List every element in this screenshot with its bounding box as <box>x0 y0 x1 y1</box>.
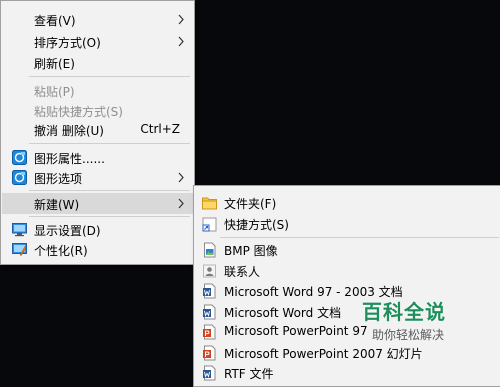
submenu-item-folder[interactable]: 文件夹(F) <box>194 193 500 213</box>
menu-item-label: 图形属性...... <box>34 152 105 166</box>
menu-item-label: 粘贴快捷方式(S) <box>34 105 123 119</box>
menu-item-label: 撤消 删除(U) <box>34 124 104 138</box>
watermark-subtitle: 助你轻松解决 <box>372 328 445 342</box>
submenu-item-bmp-image[interactable]: BMP 图像 <box>194 240 500 260</box>
menu-item-graphics-options[interactable]: 图形选项 <box>1 167 194 188</box>
menu-separator <box>220 237 499 238</box>
submenu-item-powerpoint-2007[interactable]: Microsoft PowerPoint 2007 幻灯片 <box>194 343 500 363</box>
word-doc-icon <box>203 283 216 299</box>
menu-item-label: 刷新(E) <box>34 57 75 71</box>
menu-item-paste: 粘贴(P) <box>1 80 194 101</box>
menu-item-new[interactable]: 新建(W) <box>2 193 193 214</box>
menu-item-personalize[interactable]: 个性化(R) <box>1 239 194 260</box>
menu-item-refresh[interactable]: 刷新(E) <box>1 52 194 73</box>
bitmap-image-icon <box>204 242 216 258</box>
menu-separator <box>29 143 190 144</box>
menu-item-label: 图形选项 <box>34 172 83 186</box>
intel-graphics-icon <box>12 150 27 165</box>
submenu-item-contact[interactable]: 联系人 <box>194 261 500 281</box>
chevron-right-icon <box>178 172 184 183</box>
word-doc-icon <box>203 304 216 320</box>
submenu-item-shortcut[interactable]: 快捷方式(S) <box>194 214 500 234</box>
menu-item-display-settings[interactable]: 显示设置(D) <box>1 219 194 240</box>
menu-item-undo-delete[interactable]: 撤消 删除(U) Ctrl+Z <box>1 119 194 140</box>
menu-item-label: 粘贴(P) <box>34 85 75 99</box>
submenu-item-label: BMP 图像 <box>224 244 278 258</box>
display-monitor-icon <box>12 223 27 237</box>
desktop-context-menu: 查看(V) 排序方式(O) 刷新(E) 粘贴(P) 粘贴快捷方式(S) 撤消 删… <box>0 0 195 265</box>
powerpoint-icon <box>203 324 216 340</box>
watermark-title: 百科全说 <box>362 300 446 324</box>
menu-item-label: 新建(W) <box>34 198 80 212</box>
menu-item-label: 显示设置(D) <box>34 224 101 238</box>
folder-icon <box>202 197 217 210</box>
new-submenu: 文件夹(F) 快捷方式(S) BMP 图像 联系人 Microsoft Word… <box>193 185 500 387</box>
menu-separator <box>29 76 190 77</box>
submenu-item-label: Microsoft Word 文档 <box>224 306 342 320</box>
shortcut-icon <box>202 217 217 232</box>
submenu-item-label: 文件夹(F) <box>224 197 277 211</box>
chevron-right-icon <box>178 36 184 47</box>
menu-separator <box>29 190 190 191</box>
menu-separator <box>29 216 190 217</box>
submenu-item-label: 联系人 <box>224 265 261 279</box>
watermark-logo: 百科全说 助你轻松解决 <box>362 296 472 346</box>
menu-item-shortcut: Ctrl+Z <box>140 122 180 136</box>
contact-icon <box>203 264 216 278</box>
menu-item-graphics-properties[interactable]: 图形属性...... <box>1 147 194 168</box>
menu-item-label: 排序方式(O) <box>34 36 101 50</box>
menu-item-label: 查看(V) <box>34 14 76 28</box>
menu-item-paste-shortcut: 粘贴快捷方式(S) <box>1 100 194 121</box>
menu-item-view[interactable]: 查看(V) <box>1 9 194 30</box>
submenu-item-rtf[interactable]: RTF 文件 <box>194 363 500 383</box>
submenu-item-label: Microsoft PowerPoint 97 <box>224 324 368 338</box>
submenu-item-label: 快捷方式(S) <box>224 218 289 232</box>
chevron-right-icon <box>178 198 184 209</box>
intel-graphics-icon <box>12 170 27 185</box>
menu-item-label: 个性化(R) <box>34 244 88 258</box>
menu-item-sort-by[interactable]: 排序方式(O) <box>1 31 194 52</box>
chevron-right-icon <box>178 14 184 25</box>
submenu-item-label: Microsoft PowerPoint 2007 幻灯片 <box>224 347 423 361</box>
rtf-doc-icon <box>203 365 216 381</box>
personalize-icon <box>12 243 27 256</box>
powerpoint-icon <box>203 345 216 361</box>
